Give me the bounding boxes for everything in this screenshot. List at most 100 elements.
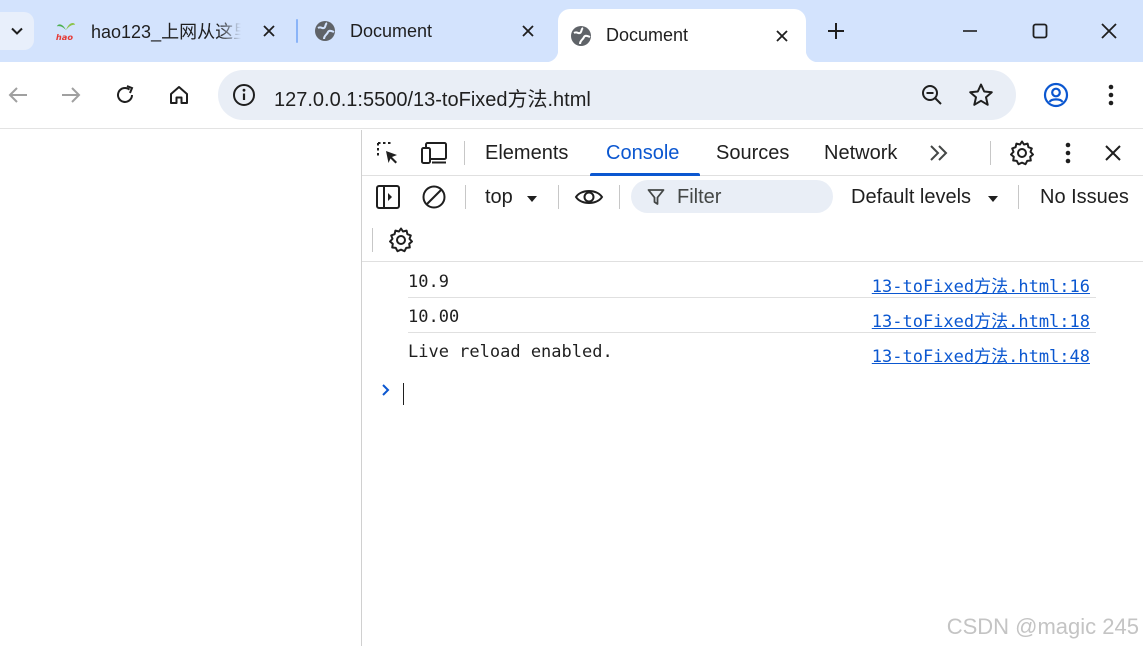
toolbar-divider xyxy=(464,141,465,165)
reload-button[interactable] xyxy=(109,79,141,111)
issues-counter[interactable]: No Issues xyxy=(1040,186,1129,209)
new-tab-button[interactable] xyxy=(822,17,850,45)
message-text: 10.00 xyxy=(408,307,460,327)
watermark: CSDN @magic 245 xyxy=(946,614,1139,639)
reload-icon xyxy=(117,85,134,103)
tab-strip: hao hao123_上网从这里开始 Document Document xyxy=(0,0,1143,62)
context-label: top xyxy=(485,186,513,208)
gear-icon xyxy=(1010,140,1034,166)
close-devtools-button[interactable] xyxy=(1098,138,1128,168)
arrow-left-icon xyxy=(8,87,27,103)
console-settings-row xyxy=(362,218,1143,262)
close-icon xyxy=(1105,145,1121,161)
message-text: Live reload enabled. xyxy=(408,342,613,362)
gear-icon xyxy=(389,227,413,253)
message-text: 10.9 xyxy=(408,272,449,292)
chevron-down-icon xyxy=(11,27,23,35)
site-info-icon[interactable] xyxy=(232,83,256,107)
tab-title: hao123_上网从这里开始 xyxy=(91,22,241,42)
context-selector[interactable]: top xyxy=(485,176,545,218)
console-message: 10.00 13-toFixed方法.html:18 xyxy=(408,298,1096,333)
tab-document-active[interactable]: Document xyxy=(546,9,818,62)
console-prompt[interactable] xyxy=(380,380,1080,406)
home-button[interactable] xyxy=(163,79,195,111)
svg-text:hao: hao xyxy=(56,32,73,42)
close-icon xyxy=(1101,23,1117,39)
log-levels-label: Default levels xyxy=(851,186,972,208)
address-bar[interactable]: 127.0.0.1:5500/13-toFixed方法.html xyxy=(218,70,1016,120)
hao123-favicon: hao xyxy=(55,20,77,42)
toolbar-divider xyxy=(1018,185,1019,209)
prompt-chevron-icon xyxy=(382,384,390,396)
toolbar-divider xyxy=(465,185,466,209)
tab-divider xyxy=(296,19,298,43)
device-toolbar-button[interactable] xyxy=(419,138,449,168)
tab-elements[interactable]: Elements xyxy=(485,142,568,165)
log-levels-dropdown[interactable]: Default levels xyxy=(851,176,1001,218)
maximize-button[interactable] xyxy=(1020,12,1060,50)
back-button[interactable] xyxy=(2,79,34,111)
tab-title: Document xyxy=(350,20,433,41)
text-caret xyxy=(403,383,404,405)
eye-icon xyxy=(574,190,604,204)
source-link[interactable]: 13-toFixed方法.html:48 xyxy=(872,342,1090,367)
dropdown-arrow-icon xyxy=(527,196,537,202)
bookmark-star-icon[interactable] xyxy=(968,82,994,113)
close-tab-icon[interactable] xyxy=(518,21,538,41)
minimize-button[interactable] xyxy=(950,12,990,50)
source-link[interactable]: 13-toFixed方法.html:16 xyxy=(872,272,1090,297)
globe-icon xyxy=(570,25,592,47)
toolbar-divider xyxy=(619,185,620,209)
close-window-button[interactable] xyxy=(1089,12,1129,50)
tab-search-button[interactable] xyxy=(0,12,34,50)
url-text[interactable]: 127.0.0.1:5500/13-toFixed方法.html xyxy=(274,83,591,112)
close-tab-icon[interactable] xyxy=(259,21,279,41)
sidebar-icon xyxy=(376,185,400,209)
plus-icon xyxy=(828,23,844,39)
devtools-panel: Elements Console Sources Network top Fil… xyxy=(361,130,1143,646)
tab-title: Document xyxy=(606,25,689,45)
toolbar-divider xyxy=(558,185,559,209)
double-chevron-right-icon xyxy=(930,145,948,161)
tab-console[interactable]: Console xyxy=(606,142,679,165)
clear-console-button[interactable] xyxy=(419,182,449,212)
devtools-menu-button[interactable] xyxy=(1053,138,1083,168)
devtools-tab-bar: Elements Console Sources Network xyxy=(362,130,1143,176)
source-link[interactable]: 13-toFixed方法.html:18 xyxy=(872,307,1090,332)
tab-hao123[interactable]: hao hao123_上网从这里开始 xyxy=(55,12,293,50)
tab-sources[interactable]: Sources xyxy=(716,142,789,165)
maximize-icon xyxy=(1032,23,1048,39)
console-settings-button[interactable] xyxy=(386,225,416,255)
toolbar-divider xyxy=(990,141,991,165)
block-icon xyxy=(422,185,446,209)
forward-button[interactable] xyxy=(55,79,87,111)
arrow-right-icon xyxy=(62,87,81,103)
filter-placeholder: Filter xyxy=(677,186,722,208)
devtools-settings-button[interactable] xyxy=(1007,138,1037,168)
more-vert-icon xyxy=(1108,84,1114,106)
tab-network[interactable]: Network xyxy=(824,142,897,165)
minimize-icon xyxy=(963,30,977,32)
inspect-element-button[interactable] xyxy=(373,138,403,168)
browser-menu-button[interactable] xyxy=(1095,79,1127,111)
globe-icon xyxy=(314,20,336,42)
live-expression-button[interactable] xyxy=(573,182,605,212)
zoom-icon[interactable] xyxy=(920,83,944,112)
browser-toolbar: 127.0.0.1:5500/13-toFixed方法.html xyxy=(0,62,1143,129)
toolbar-divider xyxy=(372,228,373,252)
filter-input[interactable]: Filter xyxy=(631,180,833,213)
account-icon xyxy=(1043,82,1069,108)
more-tabs-button[interactable] xyxy=(924,138,954,168)
console-message: Live reload enabled. 13-toFixed方法.html:4… xyxy=(408,333,1096,368)
inspect-icon xyxy=(377,142,397,164)
device-icon xyxy=(421,142,447,164)
filter-icon xyxy=(647,189,665,205)
close-tab-icon[interactable] xyxy=(772,26,792,46)
show-sidebar-button[interactable] xyxy=(373,182,403,212)
tab-document-1[interactable]: Document xyxy=(314,12,552,50)
console-message: 10.9 13-toFixed方法.html:16 xyxy=(408,263,1096,298)
home-icon xyxy=(170,86,188,104)
profile-button[interactable] xyxy=(1040,79,1072,111)
more-vert-icon xyxy=(1065,142,1071,164)
console-toolbar: top Filter Default levels No Issues xyxy=(362,176,1143,218)
